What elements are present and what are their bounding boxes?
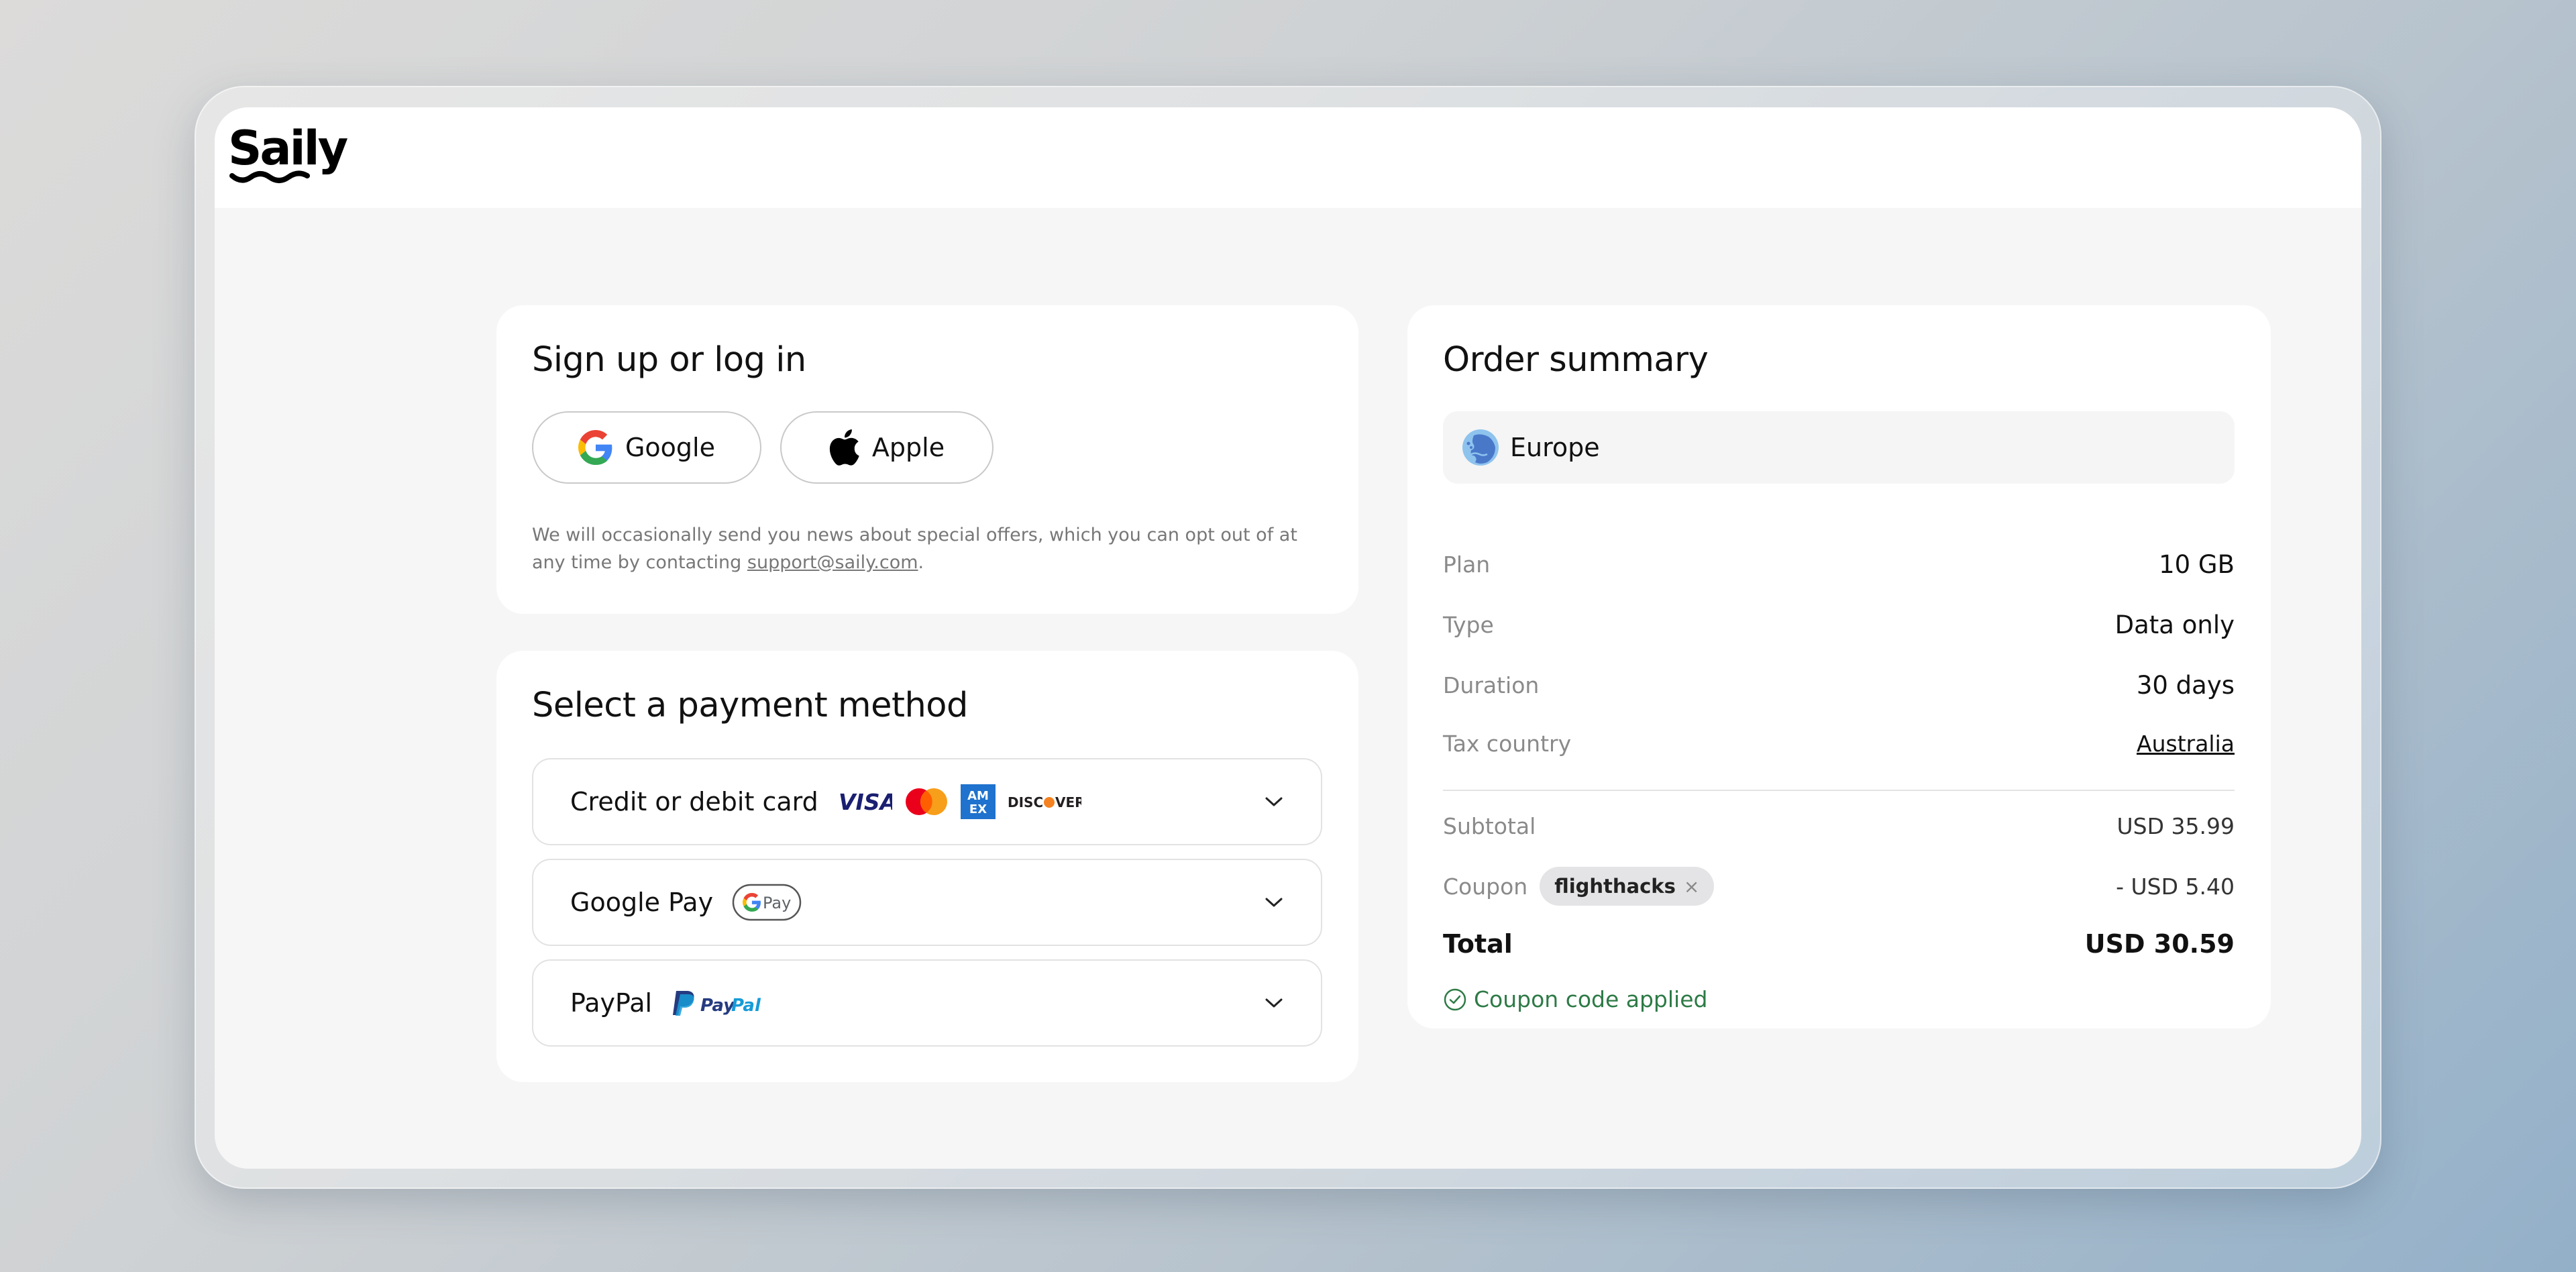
google-pay-icon: Pay [732,884,802,921]
logo-wave-icon [229,170,310,183]
row-value: Data only [2114,611,2235,639]
region-selector: Europe [1443,411,2235,484]
payment-method-card: Select a payment method Credit or debit … [496,651,1358,1082]
coupon-chip: flighthacks × [1540,867,1715,906]
logo-text: Saily [228,121,348,176]
order-summary-title: Order summary [1443,340,1709,380]
payment-option-card[interactable]: Credit or debit card VISA AM EX DISC VER [532,758,1322,845]
apple-icon [829,429,859,466]
check-circle-icon [1444,988,1466,1010]
amex-text-top: AM [967,789,989,803]
coupon-applied-status: Coupon code applied [1443,986,1707,1012]
paypal-text-a: Pay [700,996,735,1016]
google-login-button[interactable]: Google [532,411,761,484]
subtotal-value: USD 35.99 [2116,813,2235,839]
payment-option-label: Google Pay [570,888,714,917]
summary-row-tax-country: Tax country Australia [1443,731,2235,757]
payment-title: Select a payment method [532,686,968,725]
summary-row-plan: Plan 10 GB [1443,550,2235,579]
chevron-down-icon[interactable] [1264,896,1284,909]
signup-title: Sign up or log in [532,340,806,380]
row-label: Duration [1443,672,1540,698]
paypal-text-b: Pal [731,996,761,1016]
amex-text-bottom: EX [969,802,987,816]
mastercard-icon [905,788,947,815]
marketing-notice: We will occasionally send you news about… [532,521,1324,576]
visa-text: VISA [839,789,892,815]
saily-logo[interactable]: Saily [228,125,362,192]
total-label: Total [1443,929,1513,959]
summary-row-total: Total USD 30.59 [1443,929,2235,959]
europe-globe-icon [1462,429,1499,466]
payment-option-label: Credit or debit card [570,787,818,816]
row-label: Type [1443,612,1494,638]
apple-label: Apple [871,433,945,462]
coupon-code: flighthacks [1554,875,1676,898]
google-label: Google [625,433,715,462]
tax-country-link[interactable]: Australia [2137,731,2235,757]
signup-card: Sign up or log in Google Apple We will o… [496,305,1358,614]
coupon-discount-value: - USD 5.40 [2116,873,2235,900]
paypal-icon: Pay Pal [673,991,761,1016]
coupon-applied-text: Coupon code applied [1474,986,1708,1012]
summary-row-duration: Duration 30 days [1443,671,2235,700]
row-label: Plan [1443,551,1491,578]
chevron-down-icon[interactable] [1264,795,1284,808]
subtotal-label: Subtotal [1443,813,1536,839]
summary-row-type: Type Data only [1443,611,2235,639]
google-icon [578,430,612,465]
order-summary-card: Order summary Europe Plan 10 GB Type Dat… [1407,305,2271,1028]
region-name: Europe [1510,433,1600,462]
payment-option-google-pay[interactable]: Google Pay Pay [532,859,1322,946]
notice-period: . [918,552,924,573]
apple-login-button[interactable]: Apple [780,411,994,484]
row-value: 10 GB [2159,550,2235,579]
summary-row-coupon: Coupon flighthacks × - USD 5.40 [1443,867,2235,906]
chevron-down-icon[interactable] [1264,996,1284,1010]
summary-divider [1443,790,2235,791]
browser-window: Saily Sign up or log in Google Apple We … [215,107,2361,1169]
row-value: 30 days [2136,671,2235,700]
row-label: Tax country [1443,731,1572,757]
summary-row-subtotal: Subtotal USD 35.99 [1443,813,2235,839]
gpay-text: Pay [763,894,791,912]
card-brand-logos: VISA AM EX DISC VER [837,784,1081,819]
site-header: Saily [215,107,2361,208]
visa-icon: VISA [839,789,892,815]
discover-icon: DISC VER [1008,794,1081,810]
payment-option-label: PayPal [570,988,653,1018]
discover-text-a: DISC [1008,794,1043,810]
coupon-left: Coupon flighthacks × [1443,867,1715,906]
coupon-label: Coupon [1443,873,1528,900]
social-login-row: Google Apple [532,411,994,484]
amex-icon: AM EX [960,784,996,819]
support-email-link[interactable]: support@saily.com [747,552,918,573]
total-value: USD 30.59 [2084,929,2235,959]
remove-coupon-close-icon[interactable]: × [1684,876,1699,898]
discover-text-b: VER [1055,794,1081,810]
payment-option-paypal[interactable]: PayPal Pay Pal [532,959,1322,1047]
